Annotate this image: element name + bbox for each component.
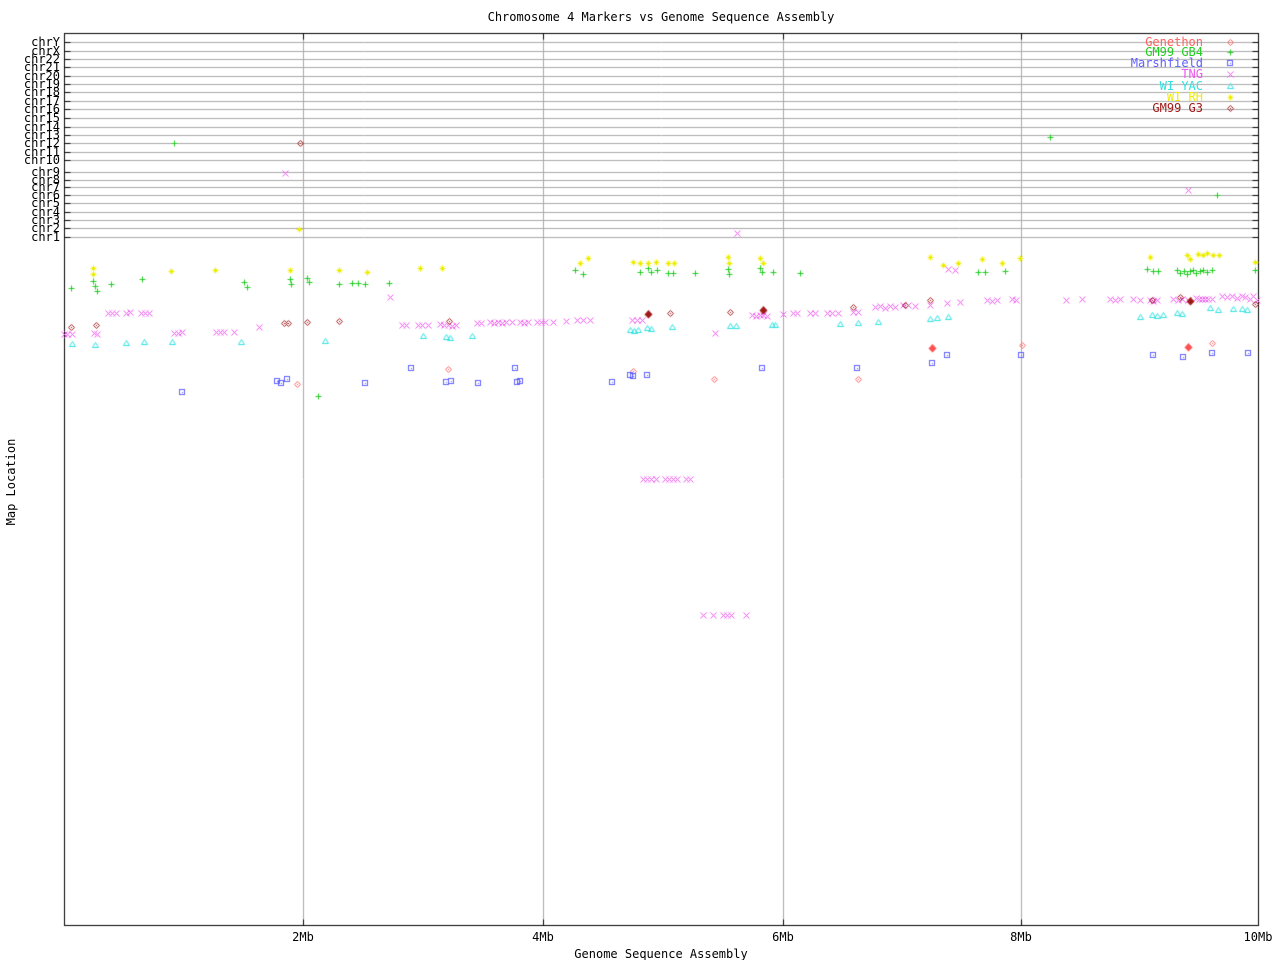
y-axis-label: Map Location: [4, 438, 18, 526]
y-tick-label-chr1: chr1: [31, 230, 60, 244]
x-tick-label-4Mb: 4Mb: [532, 930, 554, 944]
x-tick-label-6Mb: 6Mb: [772, 930, 794, 944]
chart-title: Chromosome 4 Markers vs Genome Sequence …: [487, 10, 835, 24]
x-tick-label-2Mb: 2Mb: [292, 930, 314, 944]
x-axis-label: Genome Sequence Assembly: [574, 947, 748, 960]
legend-entry-gm99-g3: GM99 G3: [1152, 101, 1203, 115]
x-tick-label-10Mb: 10Mb: [1243, 930, 1273, 944]
chart: Chromosome 4 Markers vs Genome Sequence …: [0, 0, 1280, 960]
x-tick-label-8Mb: 8Mb: [1010, 930, 1032, 944]
plot-canvas: [0, 0, 1280, 960]
